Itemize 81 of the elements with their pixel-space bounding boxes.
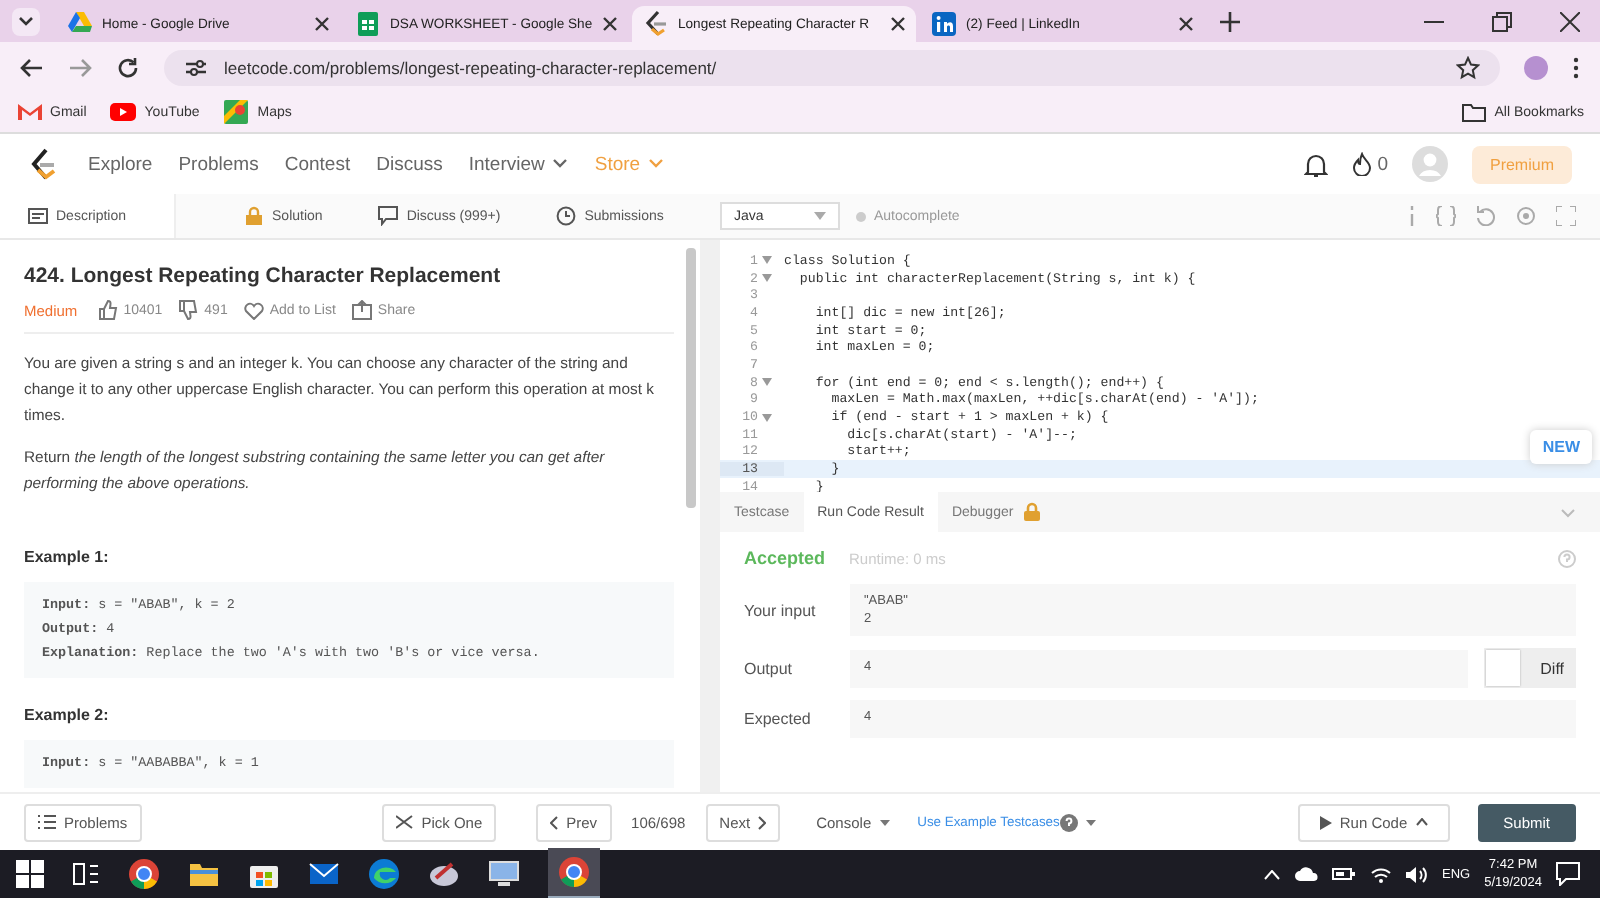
reload-icon[interactable] — [116, 55, 140, 79]
chat-icon — [378, 206, 399, 226]
chrome-icon[interactable] — [558, 856, 590, 888]
list-icon — [38, 814, 56, 830]
windows-start-icon[interactable] — [16, 860, 44, 888]
example-heading: Example 2: — [24, 706, 111, 724]
folder-icon — [1462, 102, 1487, 122]
fold-arrow-icon[interactable] — [762, 378, 772, 387]
document-icon — [28, 206, 48, 226]
fold-arrow-icon[interactable] — [762, 413, 772, 422]
play-icon — [110, 100, 137, 124]
edge-icon[interactable] — [368, 858, 400, 890]
nav-link[interactable]: Interview — [468, 153, 569, 175]
heart-icon — [243, 301, 264, 319]
chevron-right-icon — [758, 815, 767, 829]
help-dropdown[interactable] — [1059, 813, 1096, 831]
back-arrow-icon[interactable] — [20, 57, 44, 77]
field-label: Output — [744, 659, 795, 677]
battery-icon[interactable] — [1331, 866, 1356, 882]
clock-icon — [556, 206, 577, 226]
tab-search-button[interactable] — [12, 8, 40, 36]
caret-down-icon — [1085, 819, 1096, 825]
star-icon[interactable] — [1456, 55, 1480, 79]
restore-icon[interactable] — [1492, 12, 1512, 32]
flame-icon — [1351, 152, 1372, 176]
speaker-icon[interactable] — [1405, 865, 1428, 883]
shuffle-icon — [395, 814, 414, 830]
linkedin-icon — [930, 10, 958, 38]
task-view-icon[interactable] — [72, 860, 100, 888]
wifi-icon[interactable] — [1369, 865, 1392, 883]
chevron-down-icon — [648, 158, 665, 170]
map-pin-icon — [223, 100, 250, 124]
close-icon[interactable] — [1560, 12, 1580, 32]
thumbs-down-icon — [178, 300, 199, 320]
dot-icon — [856, 211, 866, 221]
chevron-up-icon — [1415, 818, 1428, 826]
problem-title: 424. Longest Repeating Character Replacement — [24, 264, 503, 288]
help-icon — [1059, 813, 1078, 831]
close-icon[interactable] — [1178, 16, 1194, 32]
chevron-up-icon[interactable] — [1263, 869, 1280, 879]
close-icon[interactable] — [890, 16, 906, 32]
chrome-icon[interactable] — [128, 858, 160, 890]
example-heading: Example 1: — [24, 548, 111, 566]
site-settings-icon[interactable] — [184, 57, 208, 77]
spreadsheet-icon — [354, 10, 382, 38]
paint-brush-icon[interactable] — [428, 858, 460, 890]
chevron-down-icon — [552, 158, 569, 170]
notification-icon[interactable] — [1556, 862, 1580, 886]
chevron-left-icon — [550, 815, 559, 829]
caret-down-icon — [814, 212, 826, 220]
more-vertical-icon[interactable] — [1572, 55, 1580, 79]
computer-icon[interactable] — [488, 858, 520, 890]
scrollbar[interactable] — [686, 248, 696, 508]
address-bar[interactable]: leetcode.com/problems/longest-repeating-character-replacement/ — [164, 49, 1500, 85]
folder-icon[interactable] — [188, 858, 220, 890]
close-icon[interactable] — [602, 16, 618, 32]
lock-icon — [1021, 502, 1042, 522]
nav-link[interactable]: Explore — [88, 153, 153, 175]
field-label: Your input — [744, 601, 818, 619]
result-status: Accepted — [744, 548, 826, 568]
thumbs-up-icon — [97, 300, 118, 320]
field-label: Expected — [744, 710, 813, 728]
cloud-icon[interactable] — [1293, 866, 1318, 882]
mail-icon — [16, 100, 42, 124]
leetcode-logo-icon — [642, 10, 670, 38]
nav-link[interactable]: Contest — [284, 153, 351, 175]
close-icon[interactable] — [314, 16, 330, 32]
lock-icon — [244, 206, 265, 226]
mail-icon[interactable] — [308, 858, 340, 890]
caret-down-icon — [879, 819, 890, 825]
plus-icon[interactable] — [1220, 12, 1240, 32]
chevron-down-icon — [18, 16, 34, 28]
share-icon — [351, 300, 372, 320]
streak-counter[interactable]: 0 — [1351, 152, 1388, 176]
bell-icon[interactable] — [1303, 151, 1328, 177]
drive-icon — [66, 10, 94, 38]
diff-toggle[interactable]: Diff — [1484, 648, 1576, 688]
nav-link[interactable]: Problems — [178, 153, 259, 175]
play-icon — [1319, 815, 1332, 829]
nav-link[interactable]: Discuss — [376, 153, 443, 175]
leetcode-logo-icon[interactable] — [28, 148, 56, 180]
